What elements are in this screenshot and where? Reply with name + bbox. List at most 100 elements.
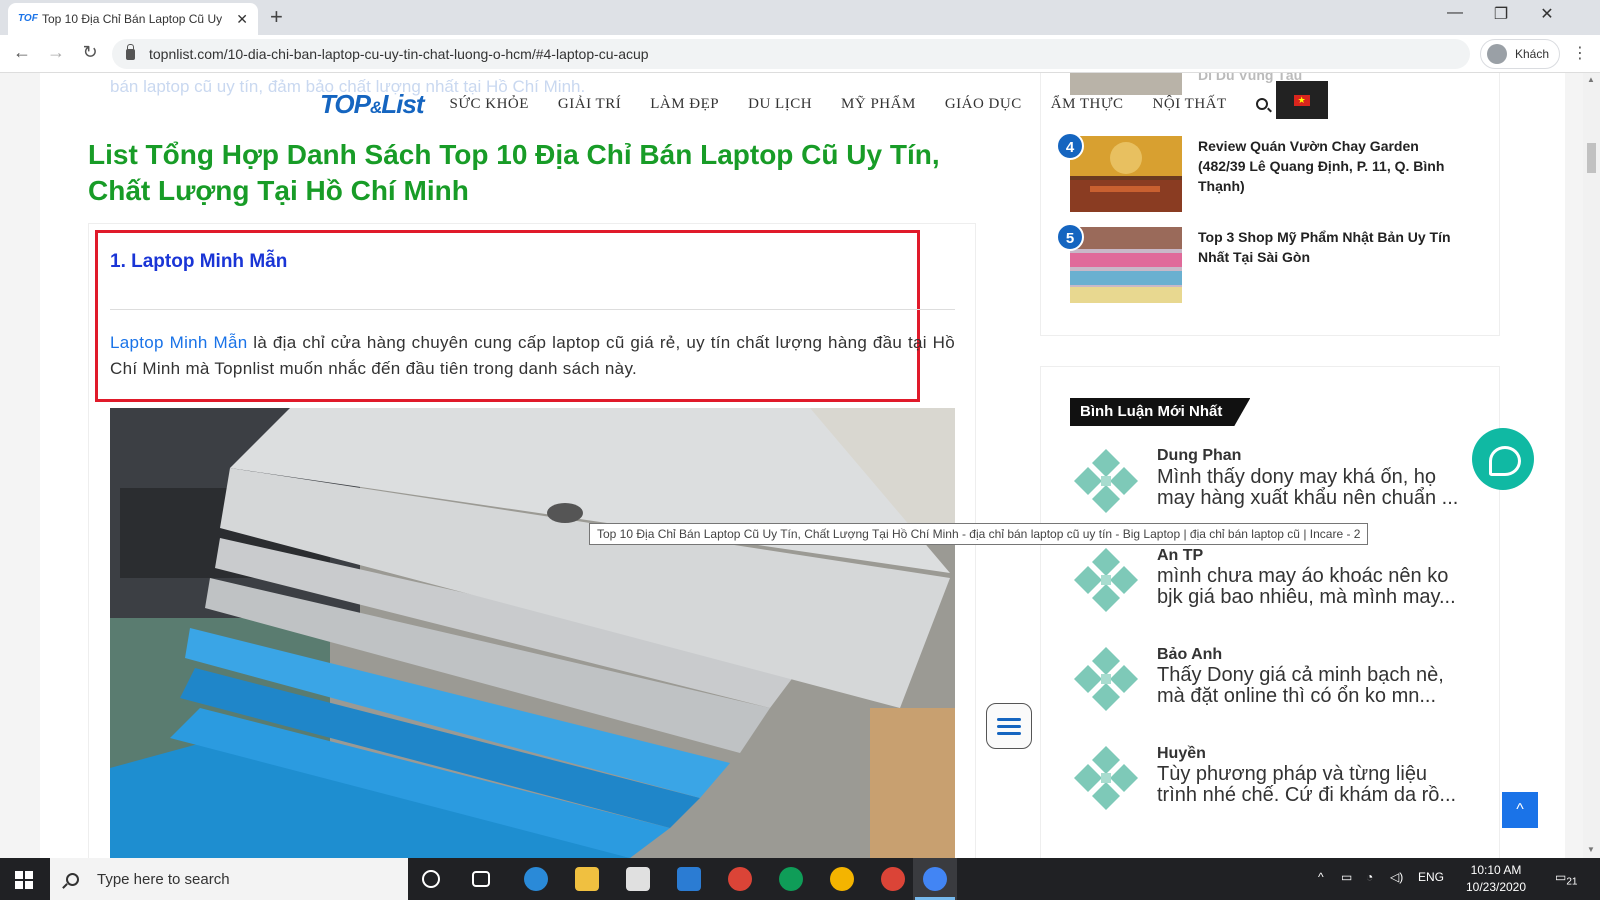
- tray-chevron-icon[interactable]: ^: [1318, 870, 1324, 884]
- comment-avatar: [1070, 544, 1142, 616]
- sidebar-partial-title: Di Dủ Vũng Tàu: [1198, 73, 1303, 83]
- taskbar-clock[interactable]: 10:10 AM 10/23/2020: [1456, 862, 1536, 896]
- scrollbar-thumb[interactable]: [1587, 143, 1596, 173]
- nav-suc-khoe[interactable]: SỨC KHỎE: [450, 96, 529, 113]
- comment-text[interactable]: mình chưa may áo khoác nên ko bjk giá ba…: [1157, 566, 1472, 608]
- table-of-contents-button[interactable]: [986, 703, 1032, 749]
- chrome-active-icon[interactable]: [923, 867, 947, 891]
- site-logo[interactable]: TOP&List: [320, 88, 425, 120]
- new-tab-icon[interactable]: +: [270, 6, 283, 28]
- sidebar-thumb-garden[interactable]: [1070, 136, 1182, 212]
- page-scrollbar[interactable]: ▲ ▼: [1583, 73, 1600, 858]
- identicon-svg: [1070, 742, 1142, 814]
- menu-bar: [997, 724, 1021, 728]
- sidebar-thumb-cosmetics[interactable]: [1070, 227, 1182, 303]
- garden-thumb-svg: [1070, 136, 1182, 212]
- minimize-icon[interactable]: —: [1432, 4, 1478, 22]
- taskbar-search-placeholder: Type here to search: [97, 870, 230, 888]
- volume-icon[interactable]: ◁): [1390, 870, 1403, 884]
- store-icon[interactable]: [626, 867, 650, 891]
- reload-icon[interactable]: ↻: [78, 42, 102, 63]
- identicon-svg: [1070, 643, 1142, 715]
- clock-date: 10/23/2020: [1465, 880, 1527, 894]
- windows-start-icon[interactable]: [15, 871, 33, 889]
- close-tab-icon[interactable]: ✕: [236, 11, 248, 28]
- nav-giao-duc[interactable]: GIÁO DỤC: [945, 96, 1022, 113]
- menu-bar: [997, 717, 1021, 721]
- scroll-down-icon[interactable]: ▼: [1587, 845, 1595, 854]
- cosmetics-thumb-svg: [1070, 227, 1182, 303]
- mail-icon[interactable]: [677, 867, 701, 891]
- comments-heading: Bình Luận Mới Nhất: [1070, 398, 1250, 426]
- comment-text[interactable]: Thấy Dony giá cả minh bạch nè, mà đặt on…: [1157, 665, 1472, 707]
- restore-icon[interactable]: ❐: [1478, 4, 1524, 24]
- task-view-icon[interactable]: [472, 871, 490, 887]
- edge-browser-icon[interactable]: [524, 867, 548, 891]
- search-icon: [66, 872, 79, 886]
- comment-avatar: [1070, 643, 1142, 715]
- comment-avatar: [1070, 742, 1142, 814]
- browser-tab[interactable]: TOF Top 10 Địa Chỉ Bán Laptop Cũ Uy ✕: [8, 3, 258, 35]
- scroll-to-top-button[interactable]: ^: [1502, 792, 1538, 828]
- sidebar-title-4[interactable]: Review Quán Vườn Chay Garden (482/39 Lê …: [1198, 136, 1468, 196]
- laptop-stack-photo: [110, 408, 955, 858]
- nav-my-pham[interactable]: MỸ PHẨM: [841, 96, 916, 113]
- comment-avatar: [1070, 445, 1142, 517]
- identicon-svg: [1070, 445, 1142, 517]
- forward-icon[interactable]: →: [44, 42, 68, 63]
- menu-bar: [997, 731, 1021, 735]
- profile-label: Khách: [1515, 47, 1550, 61]
- sidebar-title-5[interactable]: Top 3 Shop Mỹ Phẩm Nhật Bản Uy Tín Nhất …: [1198, 227, 1468, 267]
- comment-text[interactable]: Tùy phương pháp và từng liệu trình nhé c…: [1157, 764, 1472, 806]
- chrome-profile-4-icon[interactable]: [881, 867, 905, 891]
- language-indicator[interactable]: ENG: [1418, 870, 1444, 884]
- logo-top: TOP: [320, 88, 371, 119]
- battery-icon[interactable]: ▭: [1341, 870, 1352, 884]
- file-explorer-icon[interactable]: [575, 867, 599, 891]
- windows-taskbar: Type here to search ^ ▭ ◔ ◁) ENG 10:10 A…: [0, 858, 1600, 900]
- url-text: topnlist.com/10-dia-chi-ban-laptop-cu-uy…: [149, 46, 649, 62]
- chrome-profile-1-icon[interactable]: [728, 867, 752, 891]
- comment-text[interactable]: Mình thấy dony may khá ổn, họ may hàng x…: [1157, 467, 1472, 509]
- comment-author[interactable]: An TP: [1157, 547, 1203, 565]
- close-window-icon[interactable]: ✕: [1524, 4, 1570, 24]
- item-description: Laptop Minh Mẫn là địa chỉ cửa hàng chuy…: [110, 330, 955, 382]
- menu-kebab-icon[interactable]: ⋮: [1572, 43, 1588, 63]
- clock-time: 10:10 AM: [1470, 863, 1522, 877]
- profile-button[interactable]: Khách: [1480, 39, 1560, 69]
- page-viewport: bán laptop cũ uy tín, đảm bảo chất lượng…: [0, 73, 1600, 858]
- page-content: bán laptop cũ uy tín, đảm bảo chất lượng…: [40, 73, 1565, 858]
- comment-author[interactable]: Dung Phan: [1157, 447, 1241, 465]
- logo-list: List: [381, 88, 424, 119]
- nav-giai-tri[interactable]: GIẢI TRÍ: [558, 96, 621, 113]
- item-divider: [110, 309, 955, 310]
- link-tooltip: Top 10 Địa Chỉ Bán Laptop Cũ Uy Tín, Chấ…: [589, 523, 1369, 545]
- notification-count: 21: [1566, 876, 1578, 888]
- cortana-icon[interactable]: [422, 870, 440, 888]
- shop-link[interactable]: Laptop Minh Mẫn: [110, 333, 247, 352]
- chrome-profile-3-icon[interactable]: [830, 867, 854, 891]
- nav-lam-dep[interactable]: LÀM ĐẸP: [650, 96, 719, 113]
- comment-author[interactable]: Bảo Anh: [1157, 646, 1222, 664]
- item-title: 1. Laptop Minh Mẫn: [110, 251, 288, 272]
- favicon-icon: TOF: [18, 13, 38, 24]
- chrome-profile-2-icon[interactable]: [779, 867, 803, 891]
- scroll-up-icon[interactable]: ▲: [1587, 75, 1595, 84]
- nav-du-lich[interactable]: DU LỊCH: [748, 96, 812, 113]
- laptop-photo-svg: [110, 408, 955, 858]
- browser-titlebar: TOF Top 10 Địa Chỉ Bán Laptop Cũ Uy ✕ + …: [0, 0, 1600, 35]
- address-bar[interactable]: topnlist.com/10-dia-chi-ban-laptop-cu-uy…: [112, 39, 1470, 69]
- chat-bubble-button[interactable]: [1472, 428, 1534, 490]
- wifi-icon[interactable]: ◔: [1366, 870, 1373, 884]
- back-icon[interactable]: ←: [10, 42, 34, 63]
- sidebar-thumb-partial[interactable]: [1070, 73, 1182, 95]
- comment-author[interactable]: Huyền: [1157, 745, 1206, 763]
- tab-title: Top 10 Địa Chỉ Bán Laptop Cũ Uy: [42, 12, 222, 26]
- browser-toolbar: ← → ↻ topnlist.com/10-dia-chi-ban-laptop…: [0, 35, 1600, 73]
- lock-icon[interactable]: [126, 43, 135, 60]
- rank-badge-4: 4: [1056, 132, 1084, 160]
- profile-avatar-icon: [1487, 44, 1507, 64]
- identicon-svg: [1070, 544, 1142, 616]
- taskbar-search-box[interactable]: Type here to search: [50, 858, 408, 900]
- notification-center-icon[interactable]: ▭21: [1555, 870, 1577, 887]
